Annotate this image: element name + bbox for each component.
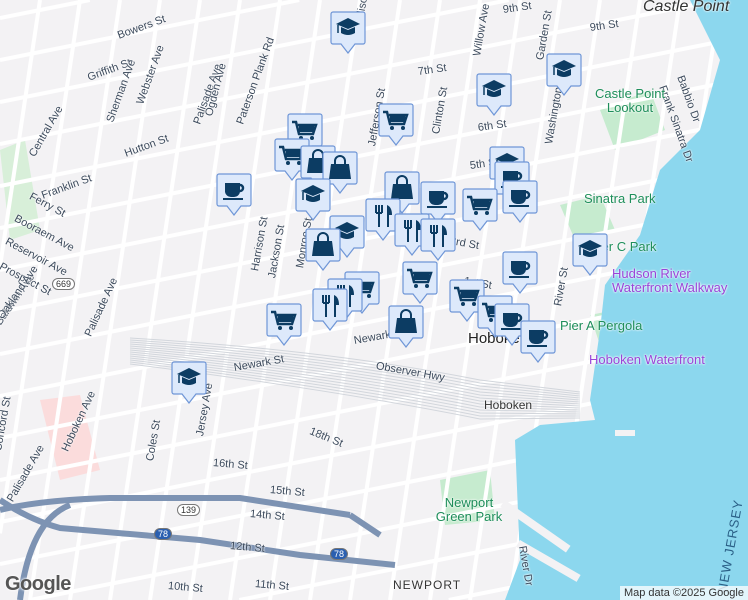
cafe-icon [216, 173, 252, 216]
school-marker[interactable] [546, 53, 582, 97]
school-icon [546, 53, 582, 96]
grocery-marker[interactable] [378, 103, 414, 147]
place-castle-point-lookout: Castle Point Lookout [594, 86, 666, 115]
cafe-icon [502, 180, 538, 223]
school-icon [330, 11, 366, 54]
map-attribution[interactable]: Map data ©2025 Google [619, 586, 748, 600]
grocery-marker[interactable] [462, 188, 498, 232]
school-icon [572, 233, 608, 276]
grocery-icon [462, 188, 498, 231]
hoboken-station[interactable]: Hoboken [484, 398, 532, 412]
grocery-icon [402, 261, 438, 304]
grocery-icon [266, 303, 302, 346]
shopping-marker[interactable] [305, 228, 341, 272]
shopping-icon [388, 305, 424, 348]
shopping-marker[interactable] [388, 305, 424, 349]
school-marker[interactable] [572, 233, 608, 277]
cafe-marker[interactable] [216, 173, 252, 217]
place-sinatra-park: Sinatra Park [584, 191, 656, 206]
cafe-marker[interactable] [502, 180, 538, 224]
google-logo: Google [5, 573, 71, 595]
school-marker[interactable] [171, 361, 207, 405]
restaurant-marker[interactable] [420, 218, 456, 262]
school-icon [295, 178, 331, 221]
restaurant-marker[interactable] [312, 288, 348, 332]
route-shield: 139 [177, 504, 201, 516]
place-newport: NEWPORT [393, 578, 462, 592]
grocery-icon [378, 103, 414, 146]
place-hoboken-waterfront[interactable]: Hoboken Waterfront [589, 353, 705, 367]
school-marker[interactable] [476, 73, 512, 117]
route-shield: 78 [330, 548, 349, 560]
school-marker[interactable] [330, 11, 366, 55]
place-castle-point: Castle Point [643, 0, 730, 15]
place-newport-green-park: Newport Green Park [435, 495, 503, 524]
cafe-icon [502, 251, 538, 294]
shopping-icon [305, 228, 341, 271]
restaurant-icon [420, 218, 456, 261]
school-icon [171, 361, 207, 404]
route-shield: 78 [154, 528, 173, 540]
place-pier-a: Pier A Pergola [560, 318, 643, 333]
restaurant-icon [312, 288, 348, 331]
cafe-marker[interactable] [502, 251, 538, 295]
grocery-marker[interactable] [402, 261, 438, 305]
cafe-marker[interactable] [520, 320, 556, 364]
grocery-marker[interactable] [266, 303, 302, 347]
cafe-icon [520, 320, 556, 363]
place-hudson-walkway[interactable]: Hudson River Waterfront Walkway [612, 267, 747, 295]
school-icon [476, 73, 512, 116]
route-shield: 669 [52, 278, 76, 290]
school-marker[interactable] [295, 178, 331, 222]
